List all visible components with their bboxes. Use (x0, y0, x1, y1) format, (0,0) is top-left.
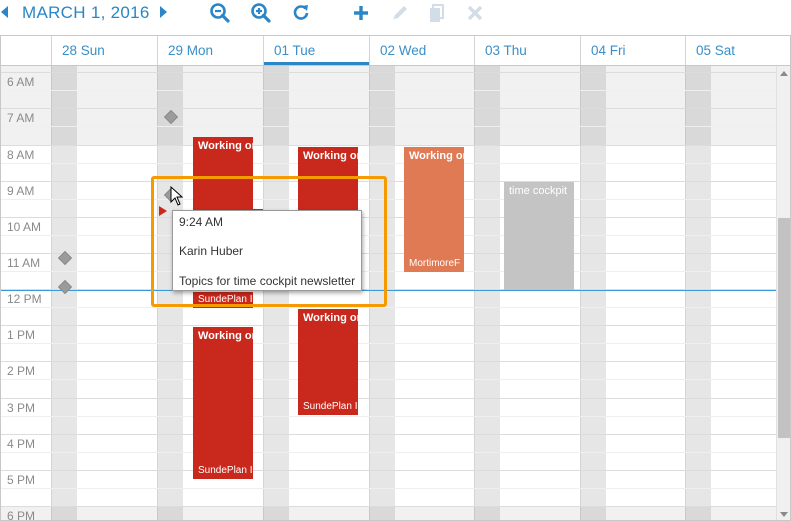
day-header-sat[interactable]: 05 Sat (685, 36, 790, 65)
vertical-scrollbar[interactable] (776, 66, 790, 520)
time-label: 12 PM (7, 292, 42, 306)
event-tooltip: 9:24 AM Karin Huber Topics for time cock… (172, 210, 362, 291)
mouse-cursor-icon (170, 186, 184, 206)
flag-icon (159, 206, 167, 216)
day-header-tue[interactable]: 01 Tue (263, 36, 369, 65)
half-hour-line (1, 126, 777, 127)
hour-line (1, 108, 777, 109)
time-label: 4 PM (7, 437, 36, 451)
time-label: 9 AM (7, 184, 35, 198)
time-label: 1 PM (7, 328, 36, 342)
half-hour-line (1, 271, 777, 272)
calendar-event[interactable]: Working on (193, 137, 253, 210)
chevron-left-icon[interactable] (1, 6, 8, 18)
time-grid[interactable]: 6 AM 7 AM 8 AM 9 AM 10 AM 11 AM 12 PM 1 … (1, 66, 777, 521)
current-time-line (1, 290, 777, 291)
hour-line (1, 361, 777, 362)
day-header-wed[interactable]: 02 Wed (369, 36, 474, 65)
hour-line (1, 72, 777, 73)
tooltip-person: Karin Huber (179, 244, 244, 258)
calendar-event[interactable]: Working on MortimoreF (404, 147, 464, 272)
hour-line (1, 145, 777, 146)
copy-icon[interactable] (426, 2, 448, 24)
day-header-mon[interactable]: 29 Mon (157, 36, 263, 65)
half-hour-line (1, 416, 777, 417)
hour-line (1, 217, 777, 218)
time-label: 7 AM (7, 111, 35, 125)
close-icon[interactable] (464, 2, 486, 24)
off-hours-shade (1, 506, 777, 520)
zoom-in-icon[interactable] (250, 2, 272, 24)
time-label: 3 PM (7, 401, 36, 415)
current-date-label[interactable]: MARCH 1, 2016 (22, 3, 150, 23)
half-hour-line (1, 199, 777, 200)
half-hour-line (1, 343, 777, 344)
time-label: 6 AM (7, 75, 35, 89)
day-header-fri[interactable]: 04 Fri (580, 36, 685, 65)
hour-line (1, 506, 777, 507)
calendar-event[interactable]: Working on (298, 147, 358, 211)
refresh-icon[interactable] (290, 2, 312, 24)
half-hour-line (1, 488, 777, 489)
half-hour-line (1, 452, 777, 453)
scroll-up-icon[interactable] (780, 71, 788, 76)
calendar-week-view: 28 Sun 29 Mon 01 Tue 02 Wed 03 Thu 04 Fr… (0, 35, 791, 521)
time-label: 11 AM (7, 256, 41, 270)
time-label: 5 PM (7, 473, 36, 487)
zoom-out-icon[interactable] (209, 2, 231, 24)
tooltip-time: 9:24 AM (179, 215, 224, 229)
calendar-event[interactable]: Working on SundePlan I (193, 327, 253, 479)
hour-line (1, 398, 777, 399)
tooltip-description: Topics for time cockpit newsletter (179, 274, 356, 288)
hour-line (1, 434, 777, 435)
half-hour-line (1, 163, 777, 164)
half-hour-line (1, 307, 777, 308)
calendar-event[interactable]: time cockpit (504, 182, 574, 290)
day-header-sun[interactable]: 28 Sun (51, 36, 157, 65)
day-header-thu[interactable]: 03 Thu (474, 36, 580, 65)
hour-line (1, 253, 777, 254)
chevron-right-icon[interactable] (160, 6, 167, 18)
hour-line (1, 325, 777, 326)
calendar-event[interactable]: Working on SundePlan I (298, 309, 358, 415)
off-hours-shade (1, 66, 777, 146)
toolbar: MARCH 1, 2016 (0, 0, 791, 28)
plus-icon[interactable] (350, 2, 372, 24)
time-label: 10 AM (7, 220, 42, 234)
half-hour-line (1, 235, 777, 236)
half-hour-line (1, 379, 777, 380)
hour-line (1, 181, 777, 182)
time-label: 2 PM (7, 364, 36, 378)
time-label: 6 PM (7, 509, 36, 521)
scrollbar-thumb[interactable] (778, 218, 790, 438)
scroll-down-icon[interactable] (780, 512, 788, 517)
half-hour-line (1, 90, 777, 91)
pencil-icon[interactable] (389, 2, 411, 24)
calendar-event[interactable]: SundePlan I (193, 292, 253, 308)
time-label: 8 AM (7, 148, 35, 162)
hour-line (1, 470, 777, 471)
